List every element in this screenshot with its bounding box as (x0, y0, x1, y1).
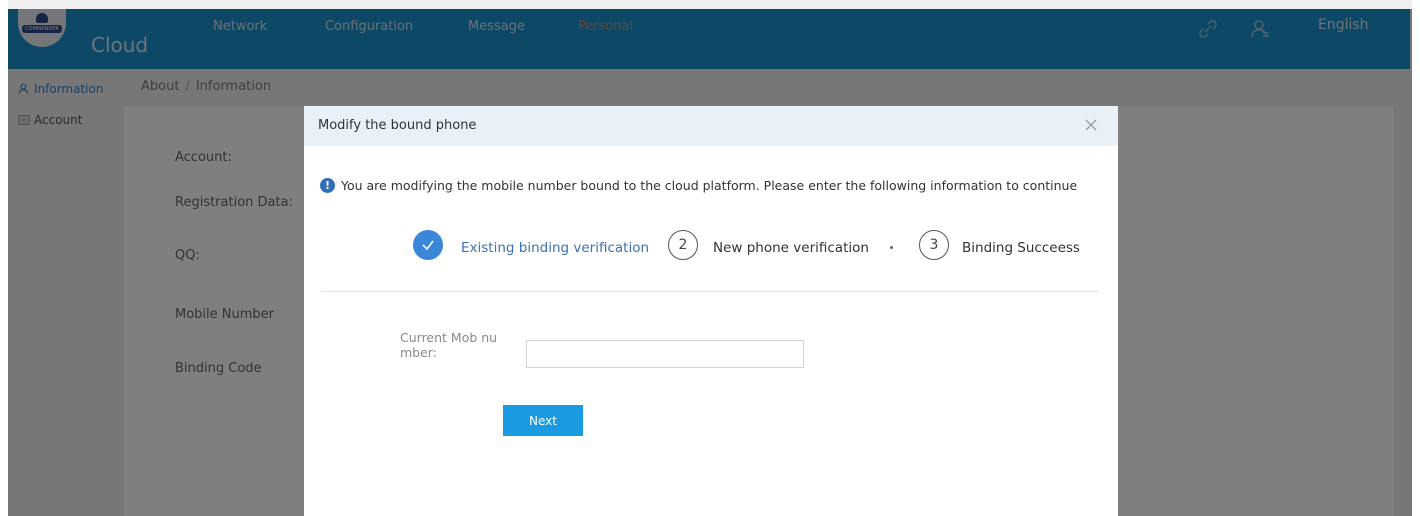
current-mobile-input[interactable] (526, 340, 804, 368)
current-mobile-label-line2: mber: (400, 345, 437, 360)
step-2-number: 2 (668, 230, 698, 260)
dialog-title: Modify the bound phone (318, 118, 477, 133)
step-1-check-icon (413, 230, 443, 260)
dialog-divider (321, 291, 1099, 292)
step-1-label: Existing binding verification (461, 240, 650, 256)
info-notice: ! You are modifying the mobile number bo… (320, 178, 1077, 193)
close-icon[interactable] (1082, 116, 1100, 134)
notice-text: You are modifying the mobile number boun… (341, 178, 1078, 193)
next-button[interactable]: Next (503, 405, 583, 436)
step-2-label: New phone verification (713, 240, 869, 256)
modify-phone-dialog: Modify the bound phone ! You are modifyi… (304, 106, 1118, 516)
current-mobile-label-line1: Current Mob nu (400, 330, 498, 345)
step-3-number: 3 (919, 230, 949, 260)
step-connector (890, 246, 893, 249)
dialog-header: Modify the bound phone (304, 106, 1118, 146)
step-3-label: Binding Succeess (962, 240, 1080, 256)
info-icon: ! (320, 178, 335, 193)
current-mobile-label: Current Mob nu mber: (400, 330, 520, 360)
